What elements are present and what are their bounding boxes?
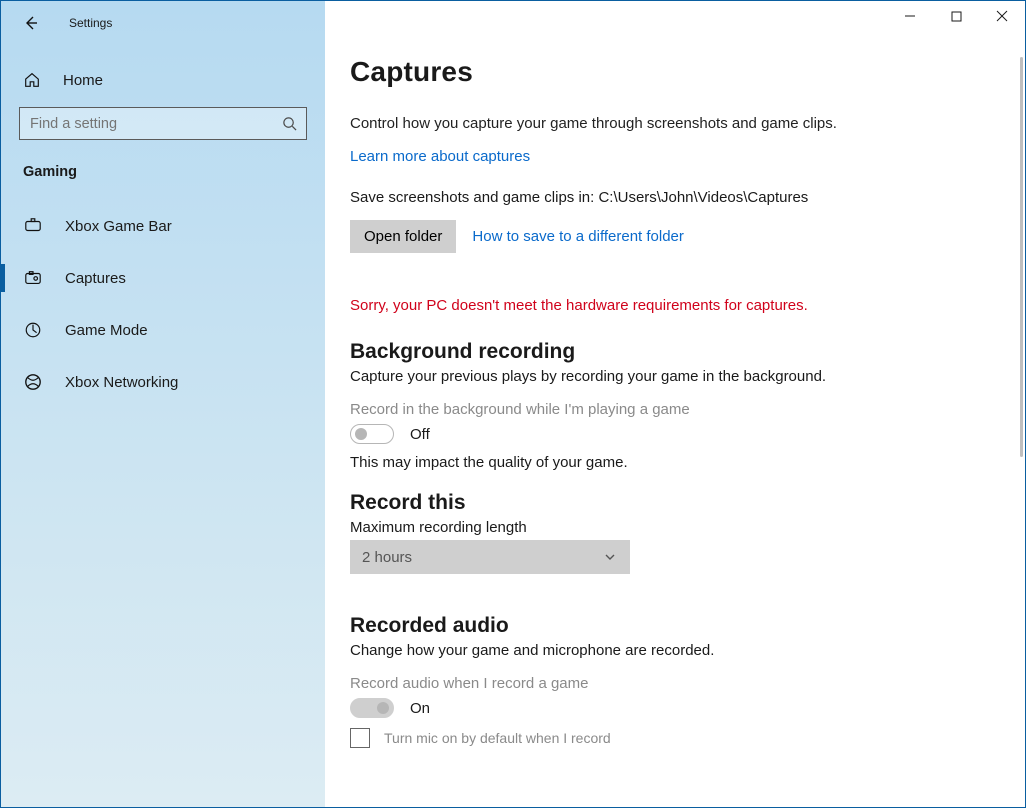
background-recording-title: Background recording: [350, 340, 960, 364]
xbox-icon: [23, 372, 43, 392]
close-button[interactable]: [979, 1, 1025, 31]
game-bar-icon: [23, 216, 43, 236]
how-to-save-link[interactable]: How to save to a different folder: [472, 228, 684, 245]
scrollbar[interactable]: [1020, 57, 1023, 457]
bg-recording-note: This may impact the quality of your game…: [350, 454, 960, 471]
page-description: Control how you capture your game throug…: [350, 114, 960, 134]
sidebar-item-label: Game Mode: [65, 322, 148, 339]
audio-toggle-label: Record audio when I record a game: [350, 675, 960, 692]
bg-recording-state: Off: [410, 426, 430, 443]
record-audio-toggle[interactable]: [350, 698, 394, 718]
bg-toggle-label: Record in the background while I'm playi…: [350, 401, 960, 418]
page-title: Captures: [350, 56, 960, 88]
mic-default-checkbox[interactable]: [350, 728, 370, 748]
sidebar-item-xbox-game-bar[interactable]: Xbox Game Bar: [1, 206, 325, 246]
window-controls: [887, 1, 1025, 33]
recorded-audio-subtitle: Change how your game and microphone are …: [350, 642, 960, 659]
sidebar-item-xbox-networking[interactable]: Xbox Networking: [1, 362, 325, 402]
sidebar-home[interactable]: Home: [1, 63, 325, 97]
sidebar-nav: Xbox Game Bar Captures Game Mode: [1, 206, 325, 402]
sidebar: Settings Home Gaming: [1, 1, 325, 807]
background-recording-subtitle: Capture your previous plays by recording…: [350, 368, 960, 385]
record-this-label: Maximum recording length: [350, 519, 960, 536]
settings-window: Settings Home Gaming: [0, 0, 1026, 808]
captures-icon: [23, 268, 43, 288]
open-folder-button[interactable]: Open folder: [350, 220, 456, 253]
home-icon: [23, 71, 41, 89]
learn-more-link[interactable]: Learn more about captures: [350, 148, 530, 165]
sidebar-category: Gaming: [1, 144, 325, 186]
sidebar-item-label: Captures: [65, 270, 126, 287]
search-icon: [281, 116, 297, 132]
bg-recording-toggle[interactable]: [350, 424, 394, 444]
sidebar-item-game-mode[interactable]: Game Mode: [1, 310, 325, 350]
search-input[interactable]: [19, 107, 307, 140]
sidebar-home-label: Home: [63, 72, 103, 89]
sidebar-item-captures[interactable]: Captures: [1, 258, 325, 298]
record-audio-state: On: [410, 700, 430, 717]
app-title: Settings: [69, 16, 112, 30]
save-path-label: Save screenshots and game clips in: C:\U…: [350, 189, 960, 206]
game-mode-icon: [23, 320, 43, 340]
max-recording-length-select[interactable]: 2 hours: [350, 540, 630, 574]
maximize-button[interactable]: [933, 1, 979, 31]
max-recording-length-value: 2 hours: [362, 549, 412, 566]
sidebar-item-label: Xbox Game Bar: [65, 218, 172, 235]
chevron-down-icon: [604, 550, 618, 564]
record-this-title: Record this: [350, 491, 960, 515]
recorded-audio-title: Recorded audio: [350, 614, 960, 638]
minimize-button[interactable]: [887, 1, 933, 31]
sidebar-item-label: Xbox Networking: [65, 374, 178, 391]
hardware-error: Sorry, your PC doesn't meet the hardware…: [350, 297, 960, 314]
back-button[interactable]: [21, 13, 41, 33]
mic-default-label: Turn mic on by default when I record: [384, 730, 611, 746]
main-panel: Captures Control how you capture your ga…: [325, 1, 1025, 807]
